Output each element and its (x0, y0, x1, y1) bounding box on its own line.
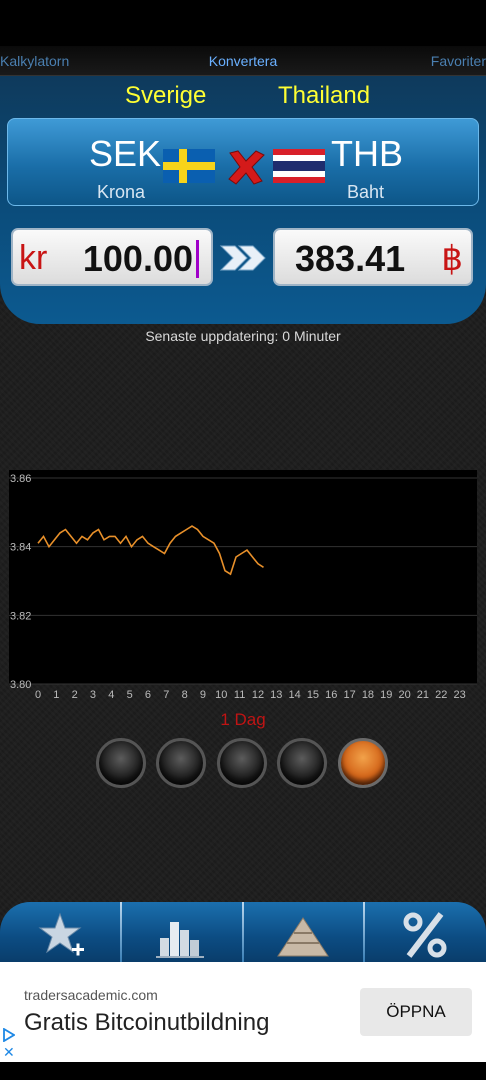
to-currency-name: Baht (347, 182, 385, 202)
range-button-4[interactable] (277, 738, 327, 788)
chart-x-tick-label: 7 (163, 689, 169, 701)
chart-x-tick-label: 14 (288, 689, 300, 701)
bar-chart-icon (156, 922, 204, 958)
last-update-text: Senaste uppdatering: 0 Minuter (145, 328, 341, 344)
rate-chart[interactable]: 3.80 3.82 3.84 3.86 0 1 2 3 4 5 6 7 8 9 10 11 12 13 14 15 16… (9, 470, 477, 706)
chart-button[interactable] (122, 902, 243, 962)
chart-x-tick-label: 11 (234, 689, 245, 701)
to-currency-code[interactable]: THB (331, 133, 403, 175)
ad-banner[interactable]: tradersacademic.com Gratis Bitcoinutbild… (0, 962, 486, 1062)
bottom-toolbar (0, 902, 486, 962)
pyramid-icon (277, 917, 329, 957)
navigation-bar (0, 1062, 486, 1080)
percent-button[interactable] (365, 902, 486, 962)
thailand-flag-icon[interactable] (273, 149, 325, 183)
chart-x-tick-label: 4 (108, 689, 114, 701)
percent-icon (403, 912, 447, 958)
add-favorite-button[interactable] (0, 902, 121, 962)
sweden-flag-icon[interactable] (163, 149, 215, 183)
chart-background (9, 470, 477, 684)
chart-x-tick-label: 6 (145, 689, 151, 701)
chart-y-tick-label: 3.86 (10, 473, 31, 485)
chart-period-label: 1 Dag (220, 710, 266, 729)
chart-x-tick-label: 18 (362, 689, 374, 701)
swap-x-icon[interactable] (224, 147, 268, 187)
ad-title[interactable]: Gratis Bitcoinutbildning (24, 1009, 269, 1037)
chart-x-tick-label: 9 (200, 689, 206, 701)
ad-domain: tradersacademic.com (24, 987, 158, 1003)
chart-x-tick-label: 21 (417, 689, 429, 701)
chart-x-tick-label: 3 (90, 689, 96, 701)
trend-button[interactable] (244, 902, 365, 962)
app-window: Kalkylatorn Konvertera Favoriter Sverige… (0, 46, 486, 962)
tab-favorites[interactable]: Favoriter (431, 53, 486, 69)
currency-pair-card: SEK Krona THB Baht (7, 118, 479, 206)
ad-choices-icon[interactable] (3, 1028, 15, 1042)
chart-x-tick-label: 12 (252, 689, 264, 701)
chart-y-tick-label: 3.80 (10, 679, 31, 691)
to-amount-output[interactable]: 383.41 ฿ (273, 228, 473, 286)
from-country[interactable]: Sverige (125, 82, 206, 110)
krona-symbol: kr (19, 239, 48, 277)
tab-convert[interactable]: Konvertera (0, 53, 486, 69)
chart-x-tick-label: 10 (215, 689, 227, 701)
text-cursor (196, 240, 199, 278)
chart-x-tick-label: 2 (72, 689, 78, 701)
chart-x-tick-label: 23 (453, 689, 465, 701)
chart-x-tick-label: 20 (398, 689, 410, 701)
from-amount-value: 100.00 (82, 238, 193, 279)
chart-x-tick-label: 16 (325, 689, 337, 701)
range-button-2[interactable] (156, 738, 206, 788)
chart-y-tick-label: 3.84 (10, 542, 31, 554)
tab-bar: Kalkylatorn Konvertera Favoriter (0, 46, 486, 76)
rate-chart-svg: 3.803.823.843.860 1 2 3 4 5 6 7 8 9 10 11 12 13 14 15 16… (9, 470, 477, 701)
ad-open-button[interactable]: ÖPPNA (360, 988, 472, 1036)
chart-x-tick-label: 19 (380, 689, 392, 701)
chart-x-tick-label: 0 (35, 689, 41, 701)
range-button-3[interactable] (217, 738, 267, 788)
double-chevron-right-icon (219, 245, 266, 271)
to-country[interactable]: Thailand (278, 82, 370, 110)
chart-x-tick-label: 15 (307, 689, 319, 701)
to-amount-value: 383.41 (295, 238, 406, 279)
from-currency-code[interactable]: SEK (89, 133, 161, 175)
chart-x-tick-label: 1 (53, 689, 59, 701)
chart-y-tick-label: 3.82 (10, 610, 31, 622)
chart-x-tick-label: 8 (182, 689, 188, 701)
converter-panel: Sverige Thailand SEK Krona THB Baht kr 1… (0, 76, 486, 324)
status-bar (0, 0, 486, 46)
from-amount-input[interactable]: kr 100.00 (11, 228, 213, 286)
chart-x-tick-label: 13 (270, 689, 282, 701)
baht-symbol: ฿ (441, 240, 463, 278)
star-add-icon (38, 912, 84, 956)
from-currency-name: Krona (97, 182, 146, 202)
range-button-5[interactable] (338, 738, 388, 788)
chart-x-tick-label: 22 (435, 689, 447, 701)
chart-x-tick-label: 17 (343, 689, 355, 701)
range-button-1[interactable] (96, 738, 146, 788)
chart-x-tick-label: 5 (127, 689, 133, 701)
ad-close-icon[interactable]: ✕ (3, 1045, 15, 1059)
